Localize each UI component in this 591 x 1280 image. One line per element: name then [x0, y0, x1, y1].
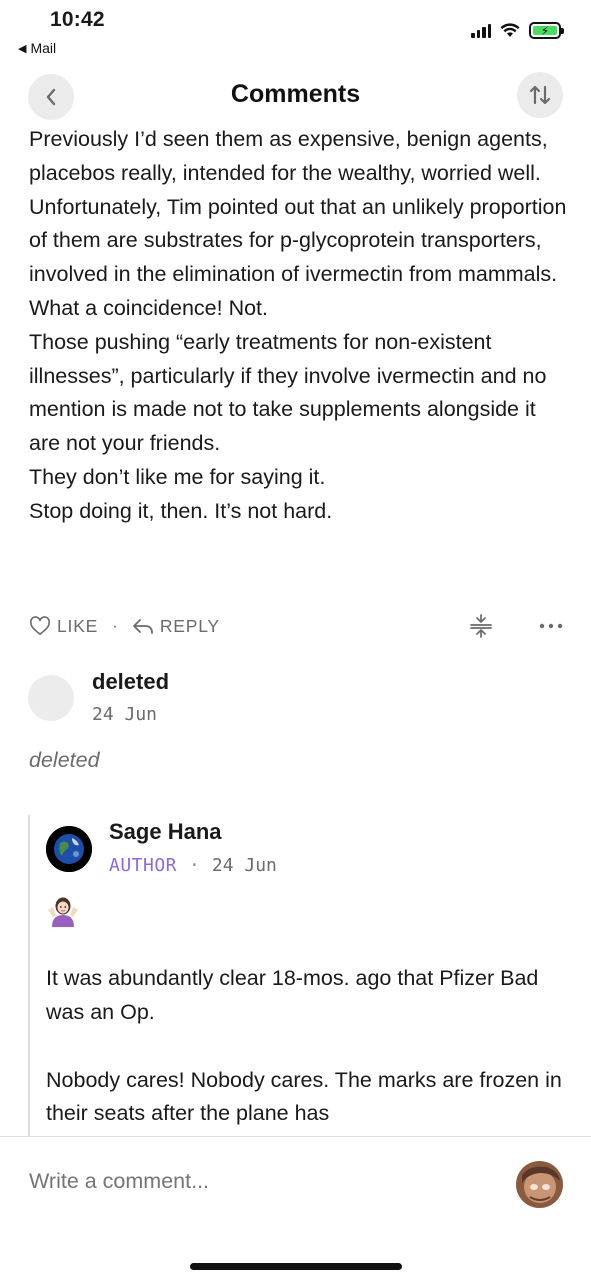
comment-date: 24 Jun	[92, 704, 158, 725]
sort-arrows-icon	[529, 85, 551, 105]
back-app-label: Mail	[30, 40, 57, 56]
home-indicator[interactable]	[190, 1263, 402, 1270]
battery-charging-icon: ⚡	[529, 22, 564, 39]
action-separator: ·	[112, 616, 118, 635]
cellular-signal-icon	[471, 23, 491, 38]
comment-paragraph: They don’t like me for saying it.	[29, 464, 326, 489]
reply-paragraph: It was abundantly clear 18-mos. ago that…	[46, 966, 539, 1024]
comment-actions: LIKE · REPLY	[29, 610, 563, 642]
user-avatar[interactable]	[516, 1161, 563, 1208]
meta-separator: ·	[189, 855, 200, 876]
reply-label: REPLY	[159, 615, 220, 636]
write-comment-input[interactable]	[29, 1169, 469, 1194]
reply-paragraph: Nobody cares! Nobody cares. The marks ar…	[46, 1067, 562, 1126]
earth-avatar-image	[46, 826, 92, 872]
comment-date: 24 Jun	[211, 855, 277, 876]
comments-screen: 10:42 ◀ Mail ⚡ Comments Previously I’d s…	[0, 0, 591, 1280]
deleted-comment-text: deleted	[29, 748, 100, 772]
author-badge: AUTHOR	[109, 855, 178, 876]
reply-body: It was abundantly clear 18-mos. ago that…	[46, 962, 566, 1131]
like-label: LIKE	[57, 615, 99, 636]
back-to-mail-link[interactable]: ◀ Mail	[18, 40, 56, 56]
comment-composer	[0, 1136, 591, 1280]
like-button[interactable]: LIKE	[29, 616, 98, 637]
collapse-thread-icon[interactable]	[469, 613, 493, 639]
thread-line[interactable]	[28, 815, 30, 1140]
comment-paragraph: Stop doing it, then. It’s not hard.	[29, 498, 333, 523]
wifi-icon	[500, 23, 520, 37]
user-photo-image	[516, 1161, 563, 1208]
comment-author-name: deleted	[92, 669, 170, 694]
comment-paragraph: Those pushing “early treatments for non-…	[29, 329, 547, 456]
back-triangle-icon: ◀	[18, 42, 27, 55]
reply-arrow-icon	[132, 619, 153, 634]
status-icons: ⚡	[471, 22, 564, 39]
sort-button[interactable]	[517, 72, 563, 118]
page-title: Comments	[230, 80, 361, 108]
comment-body: Previously I’d seen them as expensive, b…	[29, 123, 569, 529]
action-icons-right	[469, 613, 563, 639]
heart-icon	[29, 616, 51, 635]
comment-meta: AUTHOR · 24 Jun	[109, 855, 277, 876]
more-options-icon[interactable]	[539, 623, 563, 629]
woman-shrugging-emoji	[48, 897, 78, 927]
comment-author-name[interactable]: Sage Hana	[109, 819, 222, 845]
avatar	[28, 675, 74, 721]
reply-button[interactable]: REPLY	[132, 616, 220, 637]
author-avatar[interactable]	[46, 826, 92, 872]
comment-paragraph: Unfortunately, Tim pointed out that an u…	[29, 194, 567, 320]
status-time: 10:42	[50, 8, 105, 31]
header: Comments	[0, 70, 591, 120]
comment-paragraph: Previously I’d seen them as expensive, b…	[29, 127, 548, 185]
